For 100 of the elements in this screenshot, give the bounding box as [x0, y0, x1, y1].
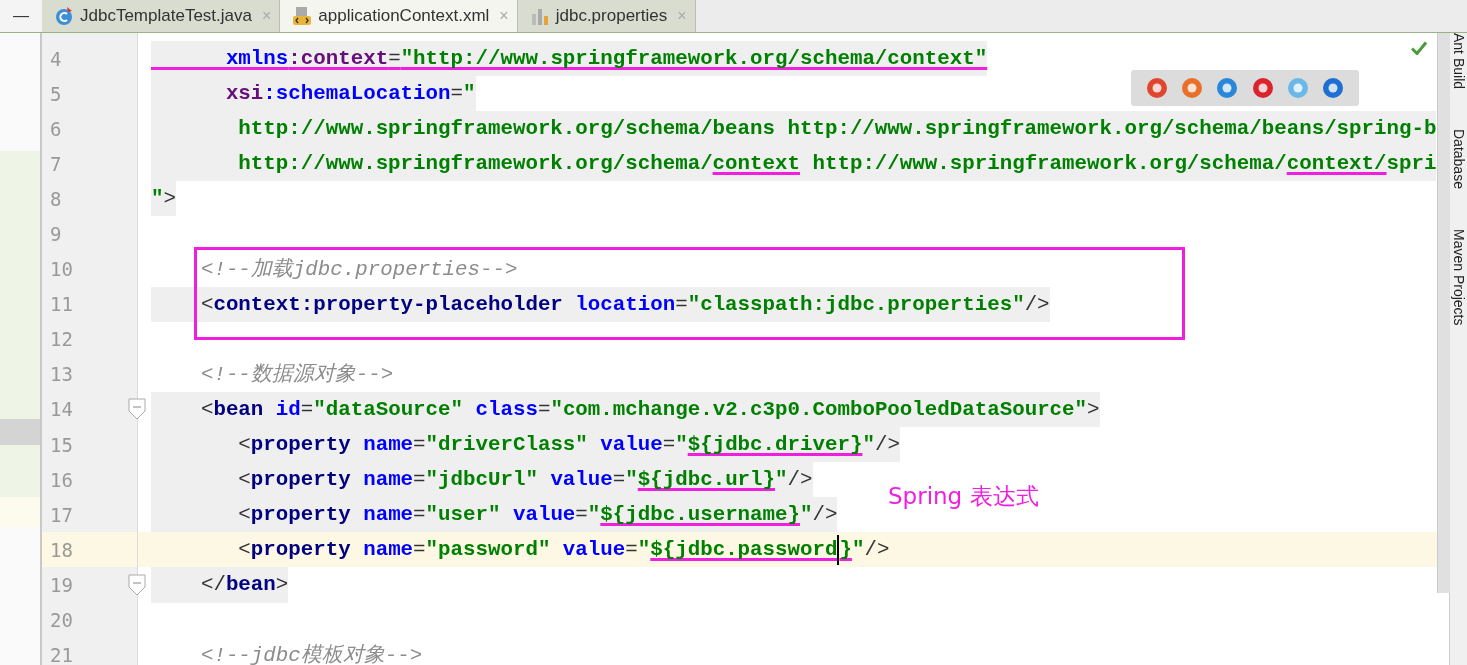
checkmark-icon [1411, 41, 1427, 55]
code-text: < [199, 292, 214, 316]
code-comment: <!--数据源对象--> [199, 362, 394, 386]
browser-icon[interactable] [1144, 76, 1169, 100]
attribute-name: name [362, 468, 414, 492]
code-text: /> [812, 503, 838, 527]
code-text: = [413, 468, 426, 492]
scrollbar[interactable] [1437, 33, 1450, 593]
attribute-value: " [800, 503, 813, 527]
browser-icon[interactable] [1285, 76, 1310, 100]
code-text: = [675, 292, 688, 316]
browser-icon[interactable] [1180, 76, 1204, 100]
code-text: = [625, 538, 638, 562]
attribute-name: :schemaLocation [263, 82, 451, 106]
line-number: 4 [50, 47, 62, 70]
attribute-value: " [675, 433, 688, 457]
code-text: < [199, 397, 214, 421]
code-text: < [237, 433, 251, 457]
code-text: /> [864, 538, 890, 562]
line-number: 9 [50, 223, 62, 245]
tag-name: property [250, 538, 351, 562]
attribute-value: http://www.springframework.org/schema/beans http://www.springframework.org/schema/beans/spring-b [237, 117, 1437, 141]
line-number: 10 [50, 258, 73, 281]
line-number: 12 [50, 328, 73, 351]
line-number: 11 [50, 293, 73, 316]
editor-tab[interactable]: JdbcTemplateTest.java × [42, 0, 281, 32]
attribute-name: value [561, 538, 626, 562]
attribute-value: "password" [425, 538, 551, 562]
code-text: </ [199, 573, 226, 597]
properties-file-icon [529, 6, 550, 26]
attribute-value: " [637, 538, 651, 562]
attribute-value: ${jdbc.password [650, 538, 838, 562]
attribute-value: "driverClass" [425, 433, 588, 457]
attribute-value: "classpath:jdbc.properties" [687, 292, 1025, 316]
xml-file-icon [292, 6, 313, 26]
code-text: < [237, 503, 251, 527]
code-text: > [275, 573, 289, 597]
attribute-name: name [362, 433, 414, 457]
annotation-text: Spring 表达式 [888, 482, 1039, 511]
attribute-name: value [511, 503, 576, 527]
code-text: > [1087, 397, 1100, 421]
line-number: 8 [50, 187, 62, 210]
attribute-value: "jdbcUrl" [425, 468, 538, 492]
attribute-value: http://www.springframework.org/schema/ [237, 152, 713, 176]
namespace-name: xsi [224, 82, 264, 106]
class-icon [54, 6, 74, 26]
tool-window-tab[interactable]: Database [1450, 129, 1467, 189]
line-number: 19 [50, 573, 73, 596]
code-text: < [237, 538, 251, 562]
attribute-name: xmlns [224, 47, 289, 70]
code-text: > [163, 187, 176, 211]
tag-name: bean [225, 573, 276, 597]
attribute-value: "com.mchange.v2.c3p0.ComboPooledDataSource" [550, 397, 1088, 421]
tag-name: context:property-placeholder [213, 292, 563, 316]
tag-name: property [250, 468, 351, 492]
code-text: = [537, 397, 551, 421]
code-text: = [388, 47, 401, 70]
attribute-name: location [574, 292, 676, 316]
fold-marker-icon[interactable] [128, 573, 146, 596]
code-text: /> [1024, 292, 1050, 316]
browser-icon[interactable] [1250, 76, 1275, 100]
attribute-value: ${jdbc.driver} [687, 433, 863, 457]
tag-name: bean [213, 397, 264, 421]
attribute-value: context/ [1286, 152, 1387, 176]
browser-icon[interactable] [1321, 76, 1346, 100]
line-number: 16 [50, 468, 73, 491]
code-text: = [413, 503, 426, 527]
attribute-name: value [549, 468, 613, 492]
attribute-name: name [362, 538, 414, 562]
code-text: = [662, 433, 676, 457]
attribute-name: id [274, 397, 301, 421]
tool-window-tab[interactable]: Ant Build [1450, 33, 1467, 90]
attribute-value: http://www.springframework.org/schema/ [811, 152, 1287, 176]
attribute-value: "http://www.springframework.org/schema/context" [400, 47, 988, 70]
tool-window-tab[interactable]: Maven Projects [1450, 229, 1467, 326]
line-number: 15 [50, 433, 73, 456]
attribute-value: " [625, 468, 638, 492]
browser-icon[interactable] [1215, 76, 1240, 100]
tag-name: property [250, 503, 351, 527]
code-text: = [450, 82, 463, 106]
attribute-value: " [587, 503, 601, 527]
editor-tab[interactable]: jdbc.properties × [517, 0, 696, 32]
code-text: = [413, 433, 426, 457]
line-number: 21 [50, 644, 73, 665]
line-number: 17 [50, 503, 73, 526]
attribute-value: " [463, 82, 476, 106]
code-comment: <!--jdbc模板对象--> [199, 643, 423, 665]
code-text: = [300, 397, 314, 421]
editor-tab[interactable]: applicationContext.xml × [280, 0, 518, 32]
attribute-value: " [862, 433, 875, 457]
code-text: = [413, 538, 426, 562]
code-comment: <!--加载jdbc.properties--> [199, 257, 518, 281]
fold-marker-icon[interactable] [128, 398, 146, 421]
code-text: /> [787, 468, 813, 492]
attribute-value: context [712, 152, 800, 176]
attribute-value: " [151, 187, 164, 211]
tag-name: property [250, 433, 351, 457]
attribute-value: " [851, 538, 865, 562]
line-number: 5 [50, 82, 62, 105]
attribute-value: } [839, 538, 852, 562]
